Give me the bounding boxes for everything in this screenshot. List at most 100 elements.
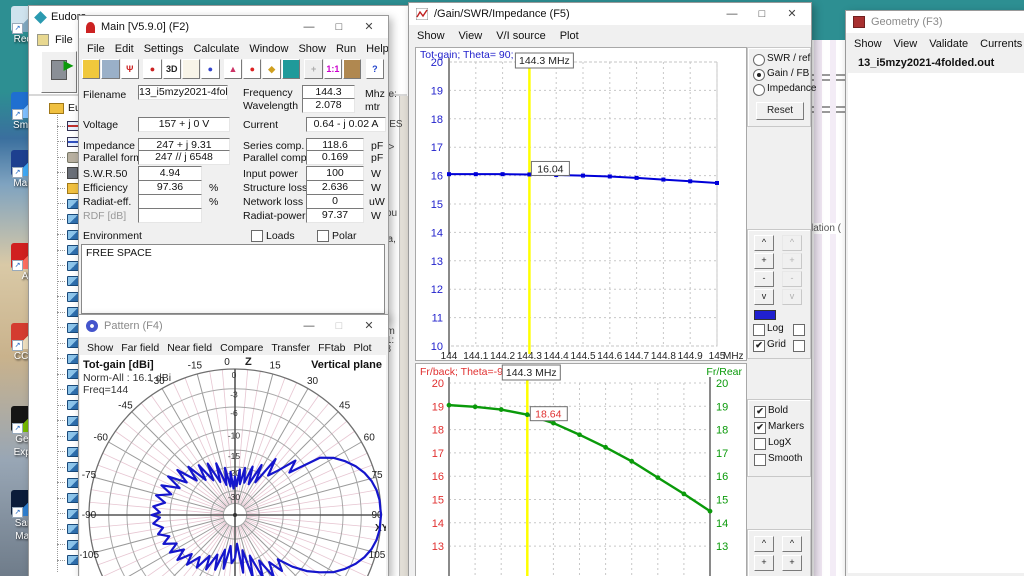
f5-menubar[interactable]: Show View V/I source Plot (409, 25, 811, 47)
main-menubar[interactable]: FileEditSettingsCalculateWindowShowRunHe… (79, 38, 388, 60)
settings-window-icon[interactable] (282, 59, 300, 79)
geometry-menu-item-validate[interactable]: Validate (929, 38, 968, 50)
open-folder-icon[interactable] (82, 59, 100, 79)
pattern-canvas[interactable]: 0153045607590105-15-30-45-60-75-90-105ZX… (80, 355, 386, 576)
bottom-scale-button-left[interactable]: ^ (754, 536, 774, 552)
f5-close-button[interactable]: ✕ (777, 4, 807, 24)
gain-chart-icon[interactable]: ▲ (224, 59, 242, 79)
eudora-menu-file[interactable]: File (55, 34, 73, 46)
bold-checkbox[interactable]: ✔ (754, 406, 766, 418)
structure_loss-field[interactable]: 2.636 (306, 180, 364, 195)
line-color-swatch[interactable] (754, 310, 776, 320)
bottom-scale-button-right[interactable]: ^ (782, 536, 802, 552)
scale-up-down-button-left[interactable]: ^ (754, 235, 774, 251)
main-close-button[interactable]: ✕ (354, 17, 384, 37)
smith-chart-icon[interactable]: ● (243, 59, 261, 79)
book-icon[interactable] (343, 59, 361, 79)
radiat_power-field[interactable]: 97.37 (306, 208, 364, 223)
edit-icon[interactable] (182, 59, 200, 79)
current-field[interactable]: 0.64 - j 0.02 A (306, 117, 386, 132)
main-window[interactable]: Main [V5.9.0] (F2) — □ ✕ File Edit Setting… (78, 15, 389, 320)
pattern-menu-item-compare[interactable]: Compare (220, 342, 263, 354)
network_loss-field[interactable]: 0 (306, 194, 364, 209)
disabled-cross-icon[interactable]: + (304, 59, 322, 79)
log-checkbox[interactable] (753, 324, 765, 336)
f5-menu-item-show[interactable]: Show (417, 30, 445, 42)
geometry-titlebar[interactable]: Geometry (F3) (846, 11, 1024, 33)
main-menu-item-edit[interactable]: Edit (115, 43, 134, 55)
radio-gain-fb[interactable] (753, 69, 765, 81)
wavelength-field[interactable]: 2.078 (302, 98, 355, 113)
pattern-minimize-button[interactable]: — (294, 316, 324, 336)
swr-field[interactable]: 4.94 (138, 166, 202, 181)
main-menu-item-settings[interactable]: Settings (144, 43, 184, 55)
geometry-window[interactable]: Geometry (F3) ShowViewValidateCurrentsF … (845, 10, 1024, 576)
main-minimize-button[interactable]: — (294, 17, 324, 37)
f5-menu-item-v-i-source[interactable]: V/I source (496, 30, 546, 42)
frback-plot[interactable]: 20201919181817171616151514141313Fr/back;… (416, 364, 746, 576)
pattern-menu-item-near-field[interactable]: Near field (167, 342, 212, 354)
pattern-close-button[interactable]: ✕ (354, 316, 384, 336)
one-to-one-icon[interactable]: 1:1 (324, 59, 342, 79)
radio-swr-ref[interactable] (753, 54, 765, 66)
geometry-menu-item-view[interactable]: View (894, 38, 918, 50)
markers-checkbox[interactable]: ✔ (754, 422, 766, 434)
rdf-field[interactable] (138, 208, 202, 223)
save-icon[interactable] (101, 59, 119, 79)
bottom-scale-button-left[interactable]: + (754, 555, 774, 571)
main-maximize-button[interactable]: □ (324, 17, 354, 37)
gain-plot-panel[interactable]: 2019181716151413121110144144.1144.2144.3… (415, 47, 747, 361)
geometry-menu-item-currents[interactable]: Currents (980, 38, 1022, 50)
scale-up-down-button-right[interactable]: v (782, 289, 802, 305)
smooth-checkbox[interactable] (754, 454, 766, 466)
geometry-wheel-icon[interactable]: ● (143, 59, 161, 79)
radio-impedance[interactable] (753, 84, 765, 96)
eudora-scrollbar[interactable] (399, 96, 408, 576)
logx-checkbox[interactable] (754, 438, 766, 450)
pattern-titlebar[interactable]: Pattern (F4) — □ ✕ (79, 315, 388, 337)
gain-swr-window[interactable]: /Gain/SWR/Impedance (F5) — □ ✕ Show View V… (408, 2, 812, 576)
main-menu-item-run[interactable]: Run (336, 43, 356, 55)
main-menu-item-window[interactable]: Window (249, 43, 288, 55)
parallel_comp-field[interactable]: 0.169 (306, 150, 364, 165)
efficiency-field[interactable]: 97.36 (138, 180, 202, 195)
pattern-menu-item-plot[interactable]: Plot (354, 342, 372, 354)
far-field-icon[interactable]: ◆ (262, 59, 280, 79)
antenna-icon[interactable]: Ψ (121, 59, 139, 79)
filename-field[interactable]: 13_i5mzy2021-4folde (138, 85, 228, 100)
3d-view-icon[interactable]: 3D (163, 59, 181, 79)
geometry-canvas[interactable] (848, 73, 1024, 573)
f5-titlebar[interactable]: /Gain/SWR/Impedance (F5) — □ ✕ (409, 3, 811, 25)
geometry-menu-item-show[interactable]: Show (854, 38, 882, 50)
f5-minimize-button[interactable]: — (717, 4, 747, 24)
voltage-field[interactable]: 157 + j 0 V (138, 117, 230, 132)
pattern-menu-item-fftab[interactable]: FFtab (318, 342, 345, 354)
f5-menu-item-plot[interactable]: Plot (560, 30, 579, 42)
pattern-maximize-button[interactable]: □ (324, 316, 354, 336)
scale-up-down-button-right[interactable]: ^ (782, 235, 802, 251)
main-menu-item-show[interactable]: Show (298, 43, 326, 55)
gain-plot[interactable]: 2019181716151413121110144144.1144.2144.3… (416, 48, 746, 360)
parallel_form-field[interactable]: 247 // j 6548 (138, 150, 230, 165)
bottom-scale-button-right[interactable]: + (782, 555, 802, 571)
pattern-menu-item-transfer[interactable]: Transfer (271, 342, 310, 354)
scale-up-down-button-left[interactable]: - (754, 271, 774, 287)
main-menu-item-file[interactable]: File (87, 43, 105, 55)
environment-box[interactable]: FREE SPACE (81, 244, 385, 314)
scale-up-down-button-right[interactable]: - (782, 271, 802, 287)
radiat_eff-field[interactable] (138, 194, 202, 209)
grid-checkbox[interactable]: ✔ (753, 340, 765, 352)
f5-menu-item-view[interactable]: View (459, 30, 483, 42)
scale-up-down-button-left[interactable]: + (754, 253, 774, 269)
check-mail-button[interactable]: ▶ (41, 51, 77, 93)
pattern-menu-item-show[interactable]: Show (87, 342, 113, 354)
reset-button[interactable]: Reset (756, 102, 804, 120)
log-checkbox-right[interactable] (793, 324, 805, 336)
polar-checkbox[interactable] (317, 230, 329, 242)
pattern-icon[interactable]: ● (201, 59, 219, 79)
loads-checkbox[interactable] (251, 230, 263, 242)
input_power-field[interactable]: 100 (306, 166, 364, 181)
main-titlebar[interactable]: Main [V5.9.0] (F2) — □ ✕ (79, 16, 388, 38)
help-icon[interactable]: ? (366, 59, 384, 79)
pattern-window[interactable]: Pattern (F4) — □ ✕ ShowFar fieldNear fie… (78, 314, 389, 576)
